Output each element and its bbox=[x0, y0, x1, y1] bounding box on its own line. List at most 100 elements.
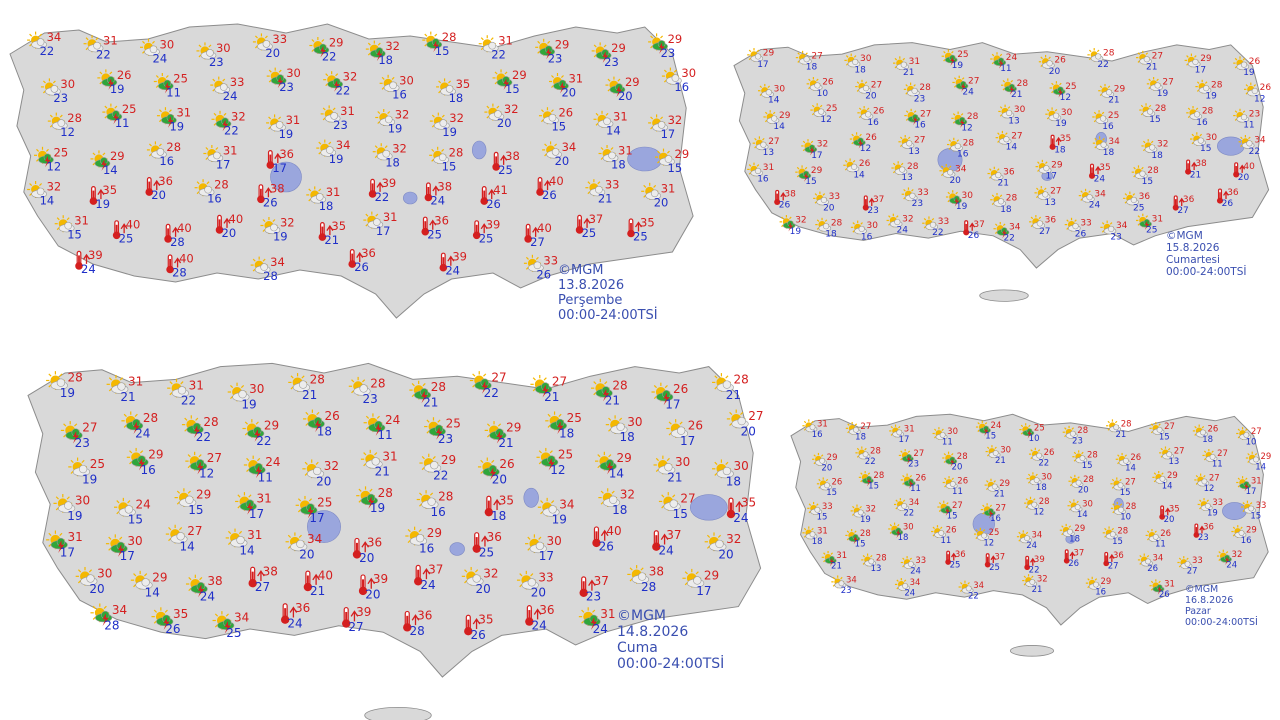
max-temp-label: 33 bbox=[543, 253, 558, 267]
min-temp-label: 26 bbox=[536, 267, 551, 281]
min-temp-label: 11 bbox=[940, 536, 951, 546]
min-temp-label: 17 bbox=[1046, 172, 1057, 182]
min-temp-label: 17 bbox=[272, 161, 287, 175]
min-temp-label: 21 bbox=[544, 390, 559, 404]
min-temp-label: 11 bbox=[1212, 460, 1223, 470]
min-temp-label: 25 bbox=[427, 228, 442, 242]
lake bbox=[627, 146, 663, 172]
min-temp-label: 24 bbox=[1026, 541, 1037, 551]
max-temp-label: 30 bbox=[681, 66, 696, 80]
max-temp-label: 35 bbox=[1099, 163, 1110, 173]
min-temp-label: 20 bbox=[654, 195, 669, 209]
min-temp-label: 15 bbox=[817, 513, 828, 523]
min-temp-label: 23 bbox=[912, 199, 923, 209]
min-temp-label: 20 bbox=[1238, 173, 1250, 183]
max-temp-label: 30 bbox=[249, 382, 264, 396]
max-temp-label: 37 bbox=[589, 212, 604, 226]
min-temp-label: 20 bbox=[949, 176, 961, 186]
max-temp-label: 34 bbox=[973, 581, 984, 591]
forecast-date: 14.8.2026 bbox=[617, 624, 689, 641]
max-temp-label: 32 bbox=[504, 102, 519, 116]
max-temp-label: 25 bbox=[1065, 82, 1076, 92]
max-temp-label: 27 bbox=[1152, 51, 1163, 61]
max-temp-label: 36 bbox=[1183, 195, 1195, 205]
min-temp-label: 19 bbox=[1207, 509, 1218, 519]
max-temp-label: 28 bbox=[1083, 475, 1094, 485]
max-temp-label: 34 bbox=[1153, 554, 1164, 564]
min-temp-label: 19 bbox=[60, 386, 75, 400]
min-temp-label: 14 bbox=[606, 123, 621, 137]
max-temp-label: 30 bbox=[947, 427, 958, 437]
max-temp-label: 39 bbox=[373, 572, 388, 586]
max-temp-label: 35 bbox=[478, 613, 493, 627]
min-temp-label: 25 bbox=[989, 563, 1000, 573]
max-temp-label: 28 bbox=[1126, 502, 1137, 512]
min-temp-label: 27 bbox=[255, 580, 270, 594]
min-temp-label: 18 bbox=[449, 91, 464, 105]
max-temp-label: 40 bbox=[318, 568, 333, 582]
max-temp-label: 34 bbox=[559, 497, 574, 511]
map-caption: ©MGM 15.8.2026 Cumartesi 00:00-24:00TSİ bbox=[1166, 230, 1246, 278]
max-temp-label: 31 bbox=[763, 163, 774, 173]
min-temp-label: 12 bbox=[983, 538, 994, 548]
max-temp-label: 31 bbox=[326, 185, 341, 199]
min-temp-label: 17 bbox=[1195, 65, 1206, 75]
max-temp-label: 32 bbox=[1037, 574, 1048, 584]
min-temp-label: 15 bbox=[1142, 177, 1153, 187]
min-temp-label: 21 bbox=[302, 388, 317, 402]
min-temp-label: 16 bbox=[990, 514, 1001, 524]
max-temp-label: 29 bbox=[506, 421, 521, 435]
max-temp-label: 28 bbox=[963, 138, 975, 148]
min-temp-label: 24 bbox=[897, 225, 909, 235]
min-temp-label: 24 bbox=[910, 567, 921, 577]
max-temp-label: 26 bbox=[1249, 57, 1261, 67]
min-temp-label: 20 bbox=[265, 46, 280, 60]
min-temp-label: 15 bbox=[1250, 511, 1261, 521]
max-temp-label: 30 bbox=[60, 77, 75, 91]
max-temp-label: 38 bbox=[649, 565, 664, 579]
max-temp-label: 31 bbox=[613, 109, 628, 123]
max-temp-label: 31 bbox=[68, 530, 83, 544]
min-temp-label: 18 bbox=[1069, 534, 1080, 544]
min-temp-label: 16 bbox=[867, 118, 879, 128]
max-temp-label: 31 bbox=[836, 551, 847, 561]
min-temp-label: 18 bbox=[825, 230, 837, 240]
lake bbox=[1216, 136, 1245, 156]
min-temp-label: 21 bbox=[994, 489, 1005, 499]
min-temp-label: 15 bbox=[868, 482, 879, 492]
min-temp-label: 28 bbox=[170, 235, 185, 249]
max-temp-label: 32 bbox=[1157, 140, 1168, 150]
min-temp-label: 26 bbox=[263, 195, 278, 209]
max-temp-label: 32 bbox=[343, 70, 358, 84]
max-temp-label: 34 bbox=[909, 498, 920, 508]
lake bbox=[689, 494, 728, 521]
min-temp-label: 25 bbox=[226, 626, 241, 640]
min-temp-label: 16 bbox=[1102, 122, 1114, 132]
forecast-map-friday: 28 19 31 21 31 22 30 19 28 21 28 23 28 21 27 22 27 21 28 21… bbox=[0, 345, 775, 720]
max-temp-label: 25 bbox=[90, 457, 105, 471]
max-temp-label: 30 bbox=[216, 41, 231, 55]
min-temp-label: 26 bbox=[542, 188, 557, 202]
max-temp-label: 24 bbox=[385, 413, 400, 427]
min-temp-label: 21 bbox=[1108, 96, 1119, 106]
max-temp-label: 32 bbox=[231, 109, 246, 123]
min-temp-label: 19 bbox=[1243, 68, 1255, 78]
min-temp-label: 18 bbox=[1000, 205, 1012, 215]
min-temp-label: 13 bbox=[871, 564, 882, 574]
max-temp-label: 26 bbox=[558, 106, 573, 120]
max-temp-label: 29 bbox=[1051, 160, 1063, 170]
max-temp-label: 36 bbox=[361, 246, 376, 260]
max-temp-label: 28 bbox=[1039, 497, 1050, 507]
max-temp-label: 31 bbox=[286, 113, 301, 127]
max-temp-label: 27 bbox=[680, 492, 695, 506]
min-temp-label: 18 bbox=[854, 65, 866, 75]
max-temp-label: 28 bbox=[378, 486, 393, 500]
max-temp-label: 38 bbox=[270, 181, 285, 195]
max-temp-label: 24 bbox=[1006, 53, 1018, 63]
max-temp-label: 33 bbox=[915, 556, 926, 566]
min-temp-label: 16 bbox=[1095, 587, 1106, 597]
max-temp-label: 40 bbox=[179, 252, 194, 266]
min-temp-label: 26 bbox=[165, 622, 180, 636]
min-temp-label: 18 bbox=[1054, 145, 1066, 155]
min-temp-label: 16 bbox=[419, 542, 434, 556]
